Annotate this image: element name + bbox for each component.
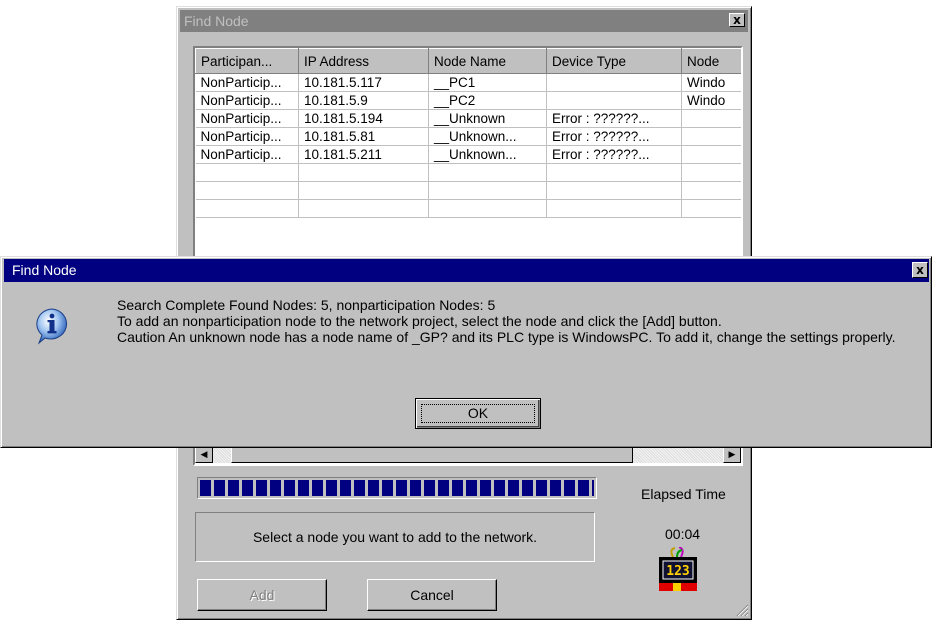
table-cell: __PC2	[428, 91, 547, 110]
table-cell: 10.181.5.81	[298, 127, 429, 146]
table-cell	[298, 163, 429, 182]
table-cell	[546, 199, 682, 218]
table-cell	[195, 199, 299, 218]
timer-bomb-icon: 123	[659, 547, 697, 591]
table-cell: Windo	[681, 73, 741, 92]
dialog-title: Find Node	[12, 262, 77, 278]
table-cell: NonParticip...	[195, 73, 299, 92]
table-row-empty[interactable]	[195, 181, 741, 200]
table-row[interactable]: NonParticip... 10.181.5.194 __Unknown Error…	[195, 109, 741, 128]
table-cell	[546, 73, 682, 92]
table-cell	[298, 199, 429, 218]
column-header[interactable]: Node Name	[428, 48, 547, 74]
dialog-close-icon[interactable]: x	[912, 262, 928, 278]
table-cell	[681, 181, 741, 200]
table-cell: Error : ??????...	[546, 127, 682, 146]
table-cell: Windo	[681, 91, 741, 110]
ok-label: OK	[467, 405, 489, 421]
table-cell: NonParticip...	[195, 91, 299, 110]
table-cell: __Unknown...	[428, 127, 547, 146]
progress-fill	[200, 480, 594, 496]
table-cell	[681, 163, 741, 182]
table-cell	[681, 127, 741, 146]
close-icon[interactable]: x	[729, 13, 745, 27]
table-cell: Error : ??????...	[546, 109, 682, 128]
add-button[interactable]: Add	[197, 579, 327, 611]
search-progress-bar	[197, 477, 597, 499]
info-icon	[36, 308, 68, 345]
table-header-row: Participan... IP Address Node Name Device T…	[195, 48, 741, 74]
table-cell: NonParticip...	[195, 145, 299, 164]
table-row[interactable]: NonParticip... 10.181.5.117 __PC1 Windo	[195, 73, 741, 92]
table-cell: Error : ??????...	[546, 145, 682, 164]
column-header[interactable]: Node	[681, 48, 741, 74]
table-row-empty[interactable]	[195, 163, 741, 182]
window-title: Find Node	[184, 13, 249, 29]
dialog-titlebar[interactable]: Find Node x	[4, 259, 929, 282]
table-row[interactable]: NonParticip... 10.181.5.9 __PC2 Windo	[195, 91, 741, 110]
ok-button[interactable]: OK	[415, 398, 541, 429]
table-cell: __Unknown...	[428, 145, 547, 164]
status-message: Select a node you want to add to the net…	[195, 512, 595, 562]
column-header[interactable]: Participan...	[195, 48, 299, 74]
elapsed-time-label: Elapsed Time	[641, 486, 726, 502]
table-cell	[195, 163, 299, 182]
table-row[interactable]: NonParticip... 10.181.5.211 __Unknown... Er…	[195, 145, 741, 164]
column-header[interactable]: Device Type	[546, 48, 682, 74]
table-cell: __Unknown	[428, 109, 547, 128]
table-cell: NonParticip...	[195, 109, 299, 128]
table-row-empty[interactable]	[195, 199, 741, 218]
cancel-button[interactable]: Cancel	[367, 579, 497, 611]
table-cell: 10.181.5.211	[298, 145, 429, 164]
table-cell: __PC1	[428, 73, 547, 92]
table-cell	[428, 163, 547, 182]
search-complete-dialog: Find Node x Search Complete Found Nodes:…	[0, 256, 932, 448]
column-header[interactable]: IP Address	[298, 48, 429, 74]
table-cell	[681, 199, 741, 218]
table-row[interactable]: NonParticip... 10.181.5.81 __Unknown... Err…	[195, 127, 741, 146]
elapsed-time-value: 00:04	[665, 526, 701, 542]
resize-grip-icon[interactable]	[735, 603, 749, 617]
find-node-window-titlebar[interactable]: Find Node x	[180, 10, 748, 32]
table-cell	[681, 109, 741, 128]
table-cell: NonParticip...	[195, 127, 299, 146]
table-cell	[546, 91, 682, 110]
table-cell	[546, 163, 682, 182]
node-table: Participan... IP Address Node Name Device T…	[195, 48, 741, 218]
table-cell	[681, 145, 741, 164]
dialog-message: Search Complete Found Nodes: 5, nonparti…	[117, 297, 896, 345]
table-cell	[428, 199, 547, 218]
table-cell	[195, 181, 299, 200]
table-cell: 10.181.5.194	[298, 109, 429, 128]
timer-display-text: 123	[666, 564, 689, 579]
table-cell: 10.181.5.9	[298, 91, 429, 110]
table-cell	[546, 181, 682, 200]
table-cell	[298, 181, 429, 200]
table-cell	[428, 181, 547, 200]
table-cell: 10.181.5.117	[298, 73, 429, 92]
